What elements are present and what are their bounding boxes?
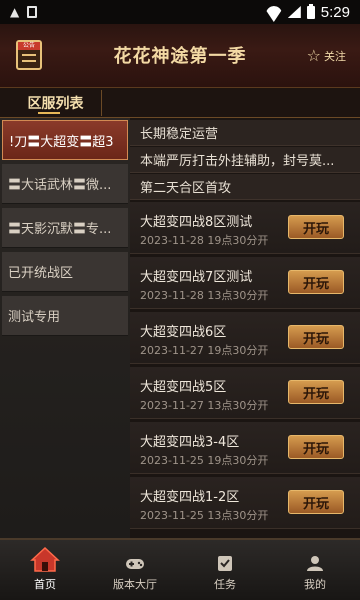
notice-text: 长期稳定运营 xyxy=(140,127,219,142)
nav-tasks[interactable]: 任务 xyxy=(180,540,270,600)
nav-tasks-label: 任务 xyxy=(214,578,236,591)
play-button[interactable]: 开玩 xyxy=(288,270,344,294)
nav-version-hall-label: 版本大厅 xyxy=(113,578,157,591)
follow-label: 关注 xyxy=(324,49,346,63)
app-header: 公告 花花神途第一季 ☆ 关注 xyxy=(0,24,360,88)
nav-home[interactable]: 首页 xyxy=(0,540,90,600)
server-open-time: 2023-11-27 19点30分开 xyxy=(140,344,269,357)
notice-row: 本端严厉打击外挂辅助，封号莫... xyxy=(130,147,360,173)
server-name: 大超变四战5区 xyxy=(140,380,227,395)
play-button[interactable]: 开玩 xyxy=(288,380,344,404)
server-row: 大超变四战6区 2023-11-27 19点30分开 开玩 xyxy=(130,312,360,364)
server-row: 大超变四战8区测试 2023-11-28 19点30分开 开玩 xyxy=(130,202,360,254)
notice-text: 第二天合区首攻 xyxy=(140,181,232,196)
server-row: 大超变四战7区测试 2023-11-28 13点30分开 开玩 xyxy=(130,257,360,309)
server-name: 大超变四战1-2区 xyxy=(140,490,240,505)
server-name: 大超变四战3-4区 xyxy=(140,435,240,450)
server-open-time: 2023-11-27 13点30分开 xyxy=(140,399,269,412)
menu-item-group-3[interactable]: 〓天影沉默〓专... xyxy=(2,208,128,248)
nav-profile-label: 我的 xyxy=(304,578,326,591)
server-group-menu: !刀〓大超变〓超3 〓大话武林〓微... 〓天影沉默〓专... 已开统战区 测试… xyxy=(0,118,130,538)
server-row: 大超变四战5区 2023-11-27 13点30分开 开玩 xyxy=(130,367,360,419)
play-button[interactable]: 开玩 xyxy=(288,435,344,459)
battery-icon xyxy=(306,3,315,19)
nav-profile[interactable]: 我的 xyxy=(270,540,360,600)
server-row: 大超变四战1-2区 2023-11-25 13点30分开 开玩 xyxy=(130,477,360,529)
menu-item-label: 测试专用 xyxy=(8,310,61,325)
server-row: 大超变四战3-4区 2023-11-25 19点30分开 开玩 xyxy=(130,422,360,474)
bottom-nav: 首页 版本大厅 任务 我的 xyxy=(0,538,360,600)
menu-item-group-1[interactable]: !刀〓大超变〓超3 xyxy=(2,120,128,160)
wifi-icon xyxy=(266,6,282,18)
task-icon xyxy=(218,556,232,571)
notice-text: 本端严厉打击外挂辅助，封号莫... xyxy=(140,154,335,169)
menu-item-unified-zone[interactable]: 已开统战区 xyxy=(2,252,128,292)
server-list: 长期稳定运营 本端严厉打击外挂辅助，封号莫... 第二天合区首攻 大超变四战8区… xyxy=(130,118,360,538)
menu-item-label: 已开统战区 xyxy=(8,266,74,281)
server-open-time: 2023-11-28 19点30分开 xyxy=(140,234,269,247)
server-tabs: 区服列表 xyxy=(0,88,360,118)
server-open-time: 2023-11-28 13点30分开 xyxy=(140,289,269,302)
tab-server-list-label: 区服列表 xyxy=(27,96,84,112)
menu-item-test[interactable]: 测试专用 xyxy=(2,296,128,336)
star-icon: ☆ xyxy=(306,46,321,65)
server-name: 大超变四战6区 xyxy=(140,325,227,340)
menu-item-label: !刀〓大超变〓超3 xyxy=(9,134,114,150)
server-open-time: 2023-11-25 13点30分开 xyxy=(140,509,269,522)
a-icon: ▲ xyxy=(10,5,20,19)
play-button[interactable]: 开玩 xyxy=(288,490,344,514)
play-button[interactable]: 开玩 xyxy=(288,215,344,239)
menu-item-group-2[interactable]: 〓大话武林〓微... xyxy=(2,164,128,204)
nav-home-label: 首页 xyxy=(34,578,56,591)
server-open-time: 2023-11-25 19点30分开 xyxy=(140,454,269,467)
notice-row: 第二天合区首攻 xyxy=(130,174,360,200)
home-icon xyxy=(30,546,60,572)
menu-item-label: 〓天影沉默〓专... xyxy=(8,222,112,237)
status-time: 5:29 xyxy=(320,3,350,21)
sim-card-icon xyxy=(27,6,38,18)
server-name: 大超变四战8区测试 xyxy=(140,215,253,230)
nav-version-hall[interactable]: 版本大厅 xyxy=(90,540,180,600)
tab-indicator xyxy=(38,112,60,114)
signal-icon xyxy=(287,6,301,18)
notice-row: 长期稳定运营 xyxy=(130,120,360,146)
server-name: 大超变四战7区测试 xyxy=(140,270,253,285)
user-icon xyxy=(307,556,323,571)
status-bar: ▲ 5:29 xyxy=(0,0,360,24)
play-button[interactable]: 开玩 xyxy=(288,325,344,349)
gamepad-icon xyxy=(126,559,144,569)
follow-button[interactable]: ☆ 关注 xyxy=(307,46,346,65)
menu-item-label: 〓大话武林〓微... xyxy=(8,178,112,193)
